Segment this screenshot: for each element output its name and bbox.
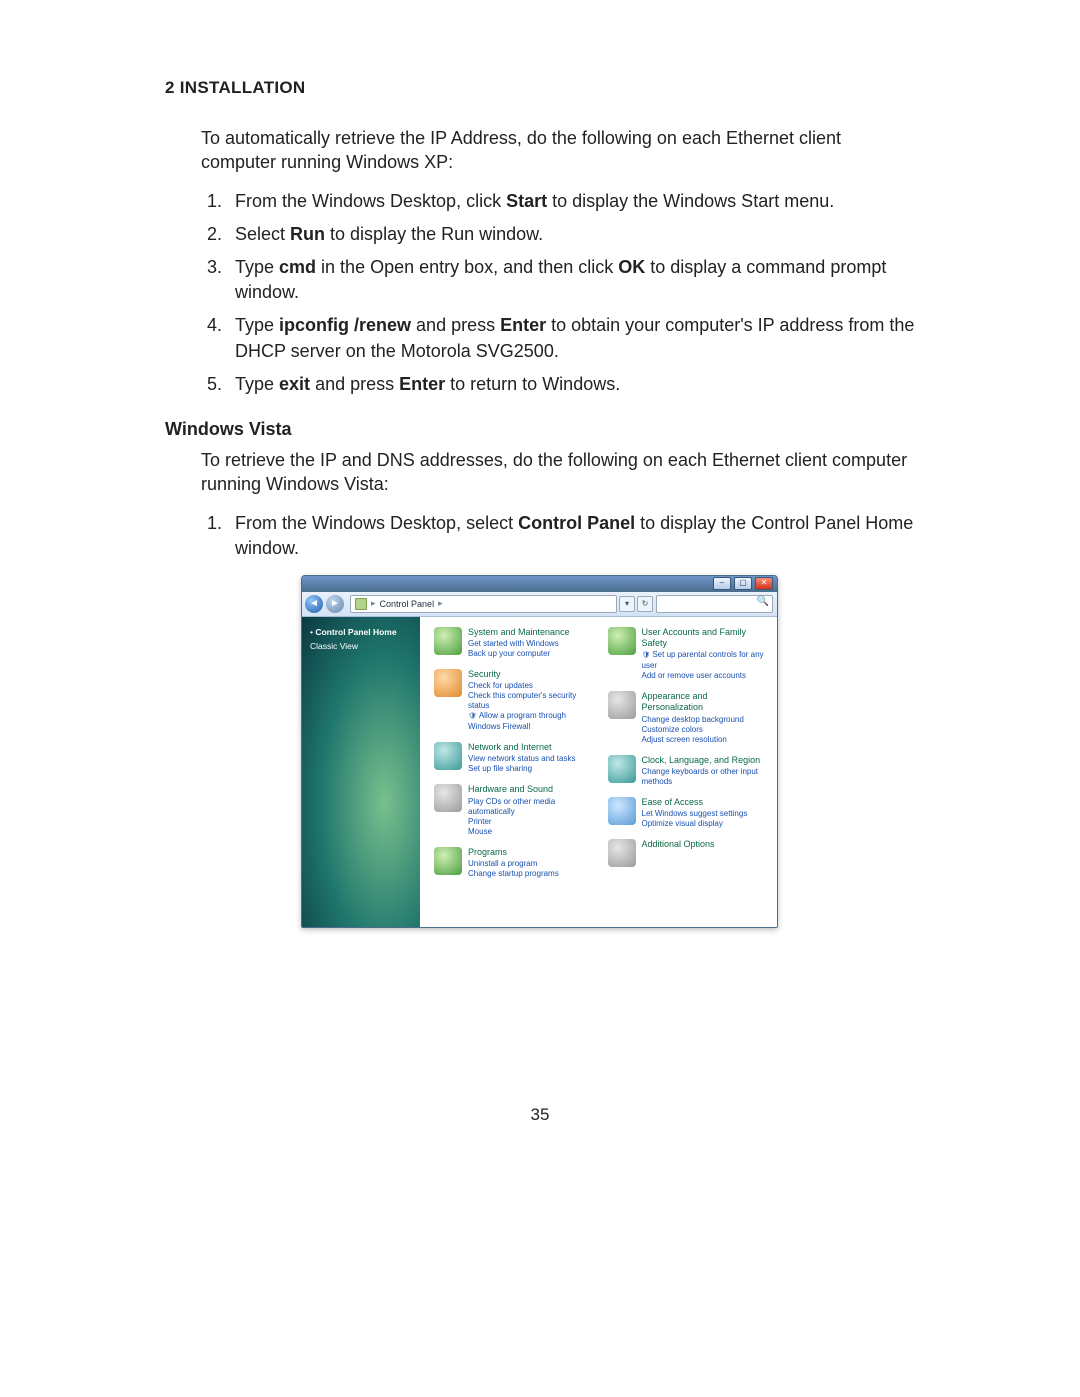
category-link[interactable]: Check for updates <box>468 681 594 691</box>
cp-category: Network and InternetView network status … <box>434 742 594 774</box>
category-icon <box>434 669 462 697</box>
category-title[interactable]: Hardware and Sound <box>468 784 594 795</box>
breadcrumb-sep-icon: ▸ <box>371 598 376 609</box>
refresh-button[interactable]: ↻ <box>637 596 653 612</box>
category-icon <box>608 691 636 719</box>
search-input[interactable] <box>656 595 773 613</box>
category-link[interactable]: Customize colors <box>642 725 768 735</box>
maximize-button[interactable]: ▢ <box>734 577 752 590</box>
xp-intro: To automatically retrieve the IP Address… <box>201 126 920 175</box>
vista-step-1: From the Windows Desktop, select Control… <box>227 511 920 561</box>
category-link[interactable]: Allow a program through Windows Firewall <box>468 711 594 732</box>
breadcrumb-label: Control Panel <box>380 599 435 609</box>
cp-category: SecurityCheck for updatesCheck this comp… <box>434 669 594 732</box>
category-link[interactable]: Adjust screen resolution <box>642 735 768 745</box>
vista-steps: From the Windows Desktop, select Control… <box>201 511 920 561</box>
category-icon <box>434 847 462 875</box>
category-title[interactable]: Clock, Language, and Region <box>642 755 768 766</box>
xp-step-2: Select Run to display the Run window. <box>227 222 920 247</box>
category-title[interactable]: Ease of Access <box>642 797 748 808</box>
breadcrumb-sep-icon: ▸ <box>438 598 443 609</box>
category-title[interactable]: System and Maintenance <box>468 627 570 638</box>
category-title[interactable]: User Accounts and Family Safety <box>642 627 768 650</box>
category-icon <box>434 742 462 770</box>
section-header: 2 INSTALLATION <box>165 78 920 98</box>
category-link[interactable]: Check this computer's security status <box>468 691 594 711</box>
category-link[interactable]: Set up parental controls for any user <box>642 650 768 671</box>
cp-main: System and MaintenanceGet started with W… <box>420 617 777 927</box>
cp-category: Hardware and Sound Play CDs or other medi… <box>434 784 594 836</box>
vista-heading: Windows Vista <box>165 419 920 440</box>
category-icon <box>434 627 462 655</box>
minimize-button[interactable]: – <box>713 577 731 590</box>
xp-step-5: Type exit and press Enter to return to W… <box>227 372 920 397</box>
category-title[interactable]: Network and Internet <box>468 742 575 753</box>
cp-category: User Accounts and Family SafetySet up pa… <box>608 627 768 681</box>
window-titlebar: – ▢ ✕ <box>302 576 777 592</box>
back-button[interactable]: ◄ <box>305 595 323 613</box>
vista-intro: To retrieve the IP and DNS addresses, do… <box>201 448 920 497</box>
forward-button[interactable]: ► <box>326 595 344 613</box>
close-button[interactable]: ✕ <box>755 577 773 590</box>
sidebar-item-home[interactable]: Control Panel Home <box>310 627 412 637</box>
cp-category: ProgramsUninstall a programChange startu… <box>434 847 594 879</box>
xp-step-3: Type cmd in the Open entry box, and then… <box>227 255 920 305</box>
category-title[interactable]: Additional Options <box>642 839 715 850</box>
breadcrumb-path[interactable]: ▸ Control Panel ▸ <box>350 595 617 613</box>
category-link[interactable]: View network status and tasks <box>468 754 575 764</box>
xp-steps: From the Windows Desktop, click Start to… <box>201 189 920 397</box>
category-link[interactable]: Printer <box>468 817 594 827</box>
category-title[interactable]: Security <box>468 669 594 680</box>
cp-category: System and MaintenanceGet started with W… <box>434 627 594 659</box>
control-panel-window: – ▢ ✕ ◄ ► ▸ Control Panel ▸ ▾ ↻ <box>301 575 778 928</box>
category-icon <box>608 797 636 825</box>
category-link[interactable]: Back up your computer <box>468 649 570 659</box>
xp-step-4: Type ipconfig /renew and press Enter to … <box>227 313 920 363</box>
category-link[interactable]: Set up file sharing <box>468 764 575 774</box>
category-link[interactable]: Optimize visual display <box>642 819 748 829</box>
category-icon <box>608 755 636 783</box>
category-icon <box>434 784 462 812</box>
category-link[interactable]: Change startup programs <box>468 869 559 879</box>
dropdown-button[interactable]: ▾ <box>619 596 635 612</box>
category-link[interactable]: Add or remove user accounts <box>642 671 768 681</box>
category-link[interactable]: Change keyboards or other input methods <box>642 767 768 787</box>
category-link[interactable]: Mouse <box>468 827 594 837</box>
page-number: 35 <box>531 1105 550 1125</box>
category-title[interactable]: Programs <box>468 847 559 858</box>
cp-category: Appearance and PersonalizationChange des… <box>608 691 768 745</box>
sidebar-item-classic[interactable]: Classic View <box>310 641 412 651</box>
category-link[interactable]: Let Windows suggest settings <box>642 809 748 819</box>
category-link[interactable]: Get started with Windows <box>468 639 570 649</box>
category-link[interactable]: Play CDs or other media automatically <box>468 797 594 817</box>
category-link[interactable]: Change desktop background <box>642 715 768 725</box>
category-title[interactable]: Appearance and Personalization <box>642 691 768 714</box>
control-panel-icon <box>355 598 367 610</box>
cp-category: Additional Options <box>608 839 768 867</box>
cp-sidebar: Control Panel Home Classic View <box>302 617 420 927</box>
xp-step-1: From the Windows Desktop, click Start to… <box>227 189 920 214</box>
cp-category: Ease of AccessLet Windows suggest settin… <box>608 797 768 829</box>
address-bar: ◄ ► ▸ Control Panel ▸ ▾ ↻ <box>302 592 777 617</box>
cp-category: Clock, Language, and RegionChange keyboa… <box>608 755 768 787</box>
category-link[interactable]: Uninstall a program <box>468 859 559 869</box>
category-icon <box>608 627 636 655</box>
category-icon <box>608 839 636 867</box>
